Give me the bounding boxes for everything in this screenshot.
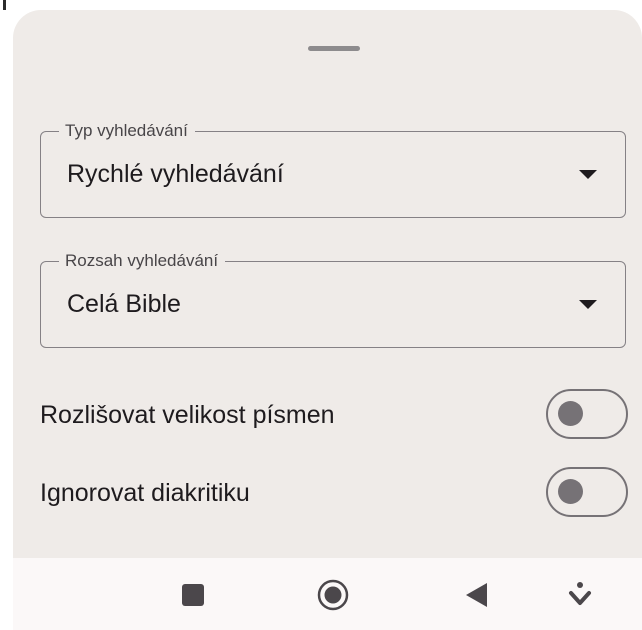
dropdown-arrow-icon — [579, 170, 597, 179]
recents-icon — [182, 584, 204, 606]
ignore-diacritics-switch[interactable] — [546, 467, 628, 517]
search-range-dropdown[interactable]: Rozsah vyhledávání Celá Bible — [40, 251, 626, 348]
home-icon — [317, 579, 349, 611]
background-content-edge — [3, 0, 6, 10]
dropdown-arrow-icon — [579, 300, 597, 309]
back-button[interactable] — [458, 576, 494, 612]
search-range-value: Celá Bible — [67, 290, 181, 318]
ignore-diacritics-row[interactable]: Ignorovat diakritiku — [40, 465, 628, 521]
keyboard-switcher-button[interactable] — [562, 576, 598, 612]
search-range-label: Rozsah vyhledávání — [59, 251, 226, 271]
case-sensitive-switch[interactable] — [546, 389, 628, 439]
back-icon — [466, 583, 487, 607]
recents-button[interactable] — [175, 576, 211, 612]
case-sensitive-row[interactable]: Rozlišovat velikost písmen — [40, 387, 628, 443]
system-navigation-bar — [13, 558, 642, 630]
drag-handle[interactable] — [308, 46, 360, 51]
switch-thumb — [558, 479, 583, 504]
switch-thumb — [558, 401, 583, 426]
keyboard-switcher-icon — [569, 582, 591, 605]
screen: Typ vyhledávání Rychlé vyhledávání Rozsa… — [0, 0, 642, 630]
home-button[interactable] — [315, 576, 351, 612]
search-type-label: Typ vyhledávání — [59, 121, 195, 141]
ignore-diacritics-label: Ignorovat diakritiku — [40, 479, 250, 507]
case-sensitive-label: Rozlišovat velikost písmen — [40, 401, 335, 429]
search-type-dropdown[interactable]: Typ vyhledávání Rychlé vyhledávání — [40, 121, 626, 218]
search-type-value: Rychlé vyhledávání — [67, 160, 284, 188]
